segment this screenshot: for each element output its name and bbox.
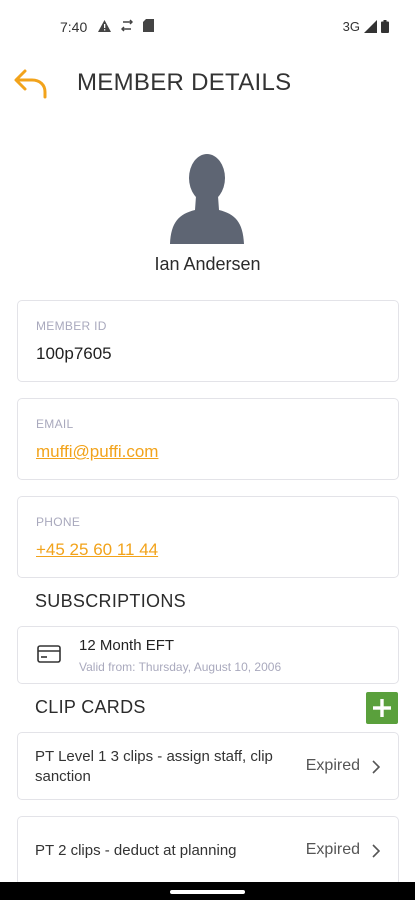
back-arrow-icon [14,69,47,99]
status-time: 7:40 [60,19,88,35]
credit-card-icon [37,645,61,663]
phone-label: PHONE [36,515,81,529]
plus-icon [373,699,391,717]
clip-cards-heading: CLIP CARDS [35,697,146,717]
home-gesture-handle[interactable] [170,890,245,894]
person-silhouette-icon [170,154,244,244]
subscriptions-heading: SUBSCRIPTIONS [35,591,186,611]
chevron-right-icon [372,844,380,858]
member-id-value: 100p7605 [36,344,112,363]
warning-icon [98,19,111,32]
sd-card-icon [143,19,154,32]
clip-card-item[interactable]: PT Level 1 3 clips - assign staff, clip … [17,732,399,800]
clip-card-status: Expired [305,841,360,858]
clip-card-status: Expired [305,757,360,774]
subscription-name: 12 Month EFT [79,637,175,654]
member-id-label: MEMBER ID [36,319,107,333]
clip-card-name: PT 2 clips - deduct at planning [35,842,237,859]
network-type: 3G [342,19,360,34]
chevron-right-icon [372,760,380,774]
clip-card-item[interactable]: PT 2 clips - deduct at planning Expired [17,816,399,886]
add-clip-card-button[interactable] [366,692,398,724]
member-name: Ian Andersen [154,254,261,274]
phone-link[interactable]: +45 25 60 11 44 [36,540,158,560]
signal-icon [364,20,377,33]
member-id-card: MEMBER ID 100p7605 [17,300,399,382]
subscription-item[interactable]: 12 Month EFT Valid from: Thursday, Augus… [17,626,399,684]
clip-card-name: PT Level 1 3 clips - assign staff, clip … [35,748,273,785]
email-link[interactable]: muffi@puffi.com [36,442,158,462]
subscription-valid-from: Valid from: Thursday, August 10, 2006 [79,660,282,674]
battery-icon [381,20,389,33]
email-label: EMAIL [36,417,74,431]
back-button[interactable] [10,62,52,104]
system-nav-bar [0,882,415,900]
avatar [167,148,247,244]
status-bar: 7:40 3G [0,0,415,56]
app-header: MEMBER DETAILS [0,56,415,112]
email-card: EMAIL muffi@puffi.com [17,398,399,480]
page-title: MEMBER DETAILS [77,69,292,96]
sim-sync-icon [121,19,133,32]
phone-card: PHONE +45 25 60 11 44 [17,496,399,578]
